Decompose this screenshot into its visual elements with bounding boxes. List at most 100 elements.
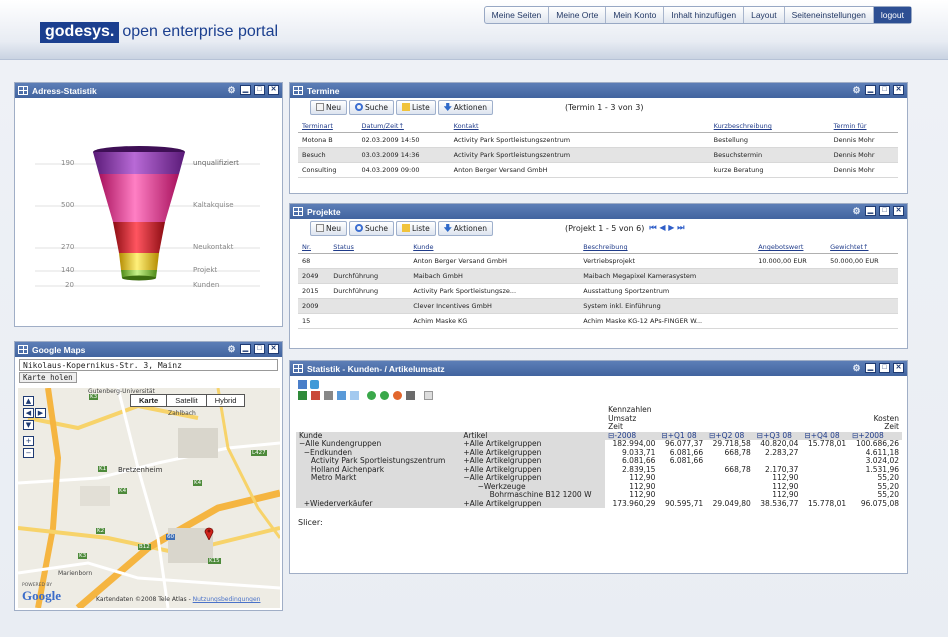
maximize-icon[interactable]: □: [879, 85, 890, 95]
zoom-in-icon[interactable]: +: [23, 436, 34, 446]
col-termin-fuer[interactable]: Termin für: [829, 120, 898, 133]
minimize-icon[interactable]: ▁: [240, 344, 251, 354]
table-row[interactable]: Consulting 04.03.2009 09:00 Anton Berger V…: [298, 162, 898, 178]
kunde-cell[interactable]: +Wiederverkäufer: [296, 499, 461, 508]
cell: Besuch: [298, 147, 358, 163]
add-icon[interactable]: [367, 391, 376, 400]
col-kontakt[interactable]: Kontakt: [449, 120, 710, 133]
col-beschreibung[interactable]: Beschreibung: [579, 241, 755, 254]
filter-icon[interactable]: [324, 391, 333, 400]
road-sign: K4: [193, 480, 203, 486]
maximize-icon[interactable]: □: [879, 363, 890, 373]
table-row[interactable]: Besuch 03.03.2009 14:36 Activity Park Spor…: [298, 147, 898, 163]
col-terminart[interactable]: Terminart: [298, 120, 358, 133]
close-icon[interactable]: ✕: [893, 206, 904, 216]
pager-controls[interactable]: ⏮ ◀ ▶ ⏭: [649, 223, 684, 233]
zoom-icon[interactable]: [350, 391, 359, 400]
edit-icon[interactable]: [337, 391, 346, 400]
close-icon[interactable]: ✕: [268, 85, 279, 95]
col-kurzbeschreibung[interactable]: Kurzbeschreibung: [709, 120, 830, 133]
neu-button[interactable]: Neu: [310, 99, 347, 115]
nav-layout[interactable]: Layout: [744, 7, 785, 23]
map-type-karte[interactable]: Karte: [131, 395, 168, 406]
print-icon[interactable]: [406, 391, 415, 400]
table-row[interactable]: −Alle Kundengruppen +Alle Artikelgruppen…: [296, 439, 902, 449]
col-datum[interactable]: Datum/Zeit↑: [357, 120, 450, 133]
table-row[interactable]: Metro Markt −Alle Artikelgruppen 112,90 …: [296, 473, 902, 483]
cell: Achim Maske KG-12 APs-FINGER W...: [579, 313, 755, 329]
map-type-satellit[interactable]: Satellit: [167, 395, 207, 406]
drill-icon[interactable]: [298, 391, 307, 400]
refresh-icon[interactable]: [310, 380, 319, 389]
neu-button[interactable]: Neu: [310, 220, 347, 236]
nav-mein-konto[interactable]: Mein Konto: [606, 7, 665, 23]
chart-icon[interactable]: [298, 380, 307, 389]
pan-right-icon[interactable]: ▶: [35, 408, 46, 418]
settings-green-icon[interactable]: [380, 391, 389, 400]
col-gewichtet[interactable]: Gewichtet↑: [826, 241, 898, 254]
settings-icon[interactable]: ⚙: [226, 344, 237, 354]
maximize-icon[interactable]: □: [254, 344, 265, 354]
map-marker-icon[interactable]: [204, 526, 214, 541]
place-label: Marienborn: [58, 570, 93, 577]
map-canvas[interactable]: ▲ ◀ ▶ ▼ + − Karte Satellit Hybrid Gutenbe…: [18, 388, 280, 608]
map-type-hybrid[interactable]: Hybrid: [207, 395, 245, 406]
kunde-cell[interactable]: Metro Markt: [296, 473, 461, 483]
aktionen-button[interactable]: Aktionen: [437, 99, 493, 115]
col-angebotswert[interactable]: Angebotswert: [754, 241, 827, 254]
stop-icon[interactable]: [393, 391, 402, 400]
minimize-icon[interactable]: ▁: [240, 85, 251, 95]
nav-meine-orte[interactable]: Meine Orte: [549, 7, 607, 23]
liste-button[interactable]: Liste: [396, 220, 436, 236]
cell: Activity Park Sportleistungszentrum: [449, 147, 710, 163]
logo[interactable]: godesys. open enterprise portal: [40, 22, 278, 43]
settings-icon[interactable]: ⚙: [851, 363, 862, 373]
table-row[interactable]: 68 Anton Berger Versand GmbH Vertriebsproj…: [298, 253, 898, 269]
suche-button[interactable]: Suche: [348, 99, 394, 115]
table-row[interactable]: Holland Aichenpark +Alle Artikelgruppen …: [296, 465, 902, 474]
terms-link[interactable]: Nutzungsbedingungen: [193, 596, 261, 603]
liste-button[interactable]: Liste: [396, 99, 436, 115]
suche-button[interactable]: Suche: [348, 220, 394, 236]
cell: Dennis Mohr: [829, 162, 898, 178]
table-row[interactable]: −Werkzeuge 112,90 112,90 55,20: [296, 482, 902, 491]
col-nr[interactable]: Nr.: [298, 241, 330, 254]
settings-icon[interactable]: ⚙: [226, 85, 237, 95]
col-status[interactable]: Status: [329, 241, 410, 254]
kunde-cell[interactable]: [296, 482, 461, 491]
table-row[interactable]: +Wiederverkäufer +Alle Artikelgruppen 17…: [296, 499, 902, 508]
cell: [329, 253, 410, 269]
close-icon[interactable]: ✕: [268, 344, 279, 354]
logout-button[interactable]: logout: [873, 7, 911, 23]
nav-meine-seiten[interactable]: Meine Seiten: [485, 7, 550, 23]
zoom-out-icon[interactable]: −: [23, 448, 34, 458]
export-icon[interactable]: [424, 391, 433, 400]
maximize-icon[interactable]: □: [879, 206, 890, 216]
table-row[interactable]: 15 Achim Maske KG Achim Maske KG-12 APs-FI…: [298, 313, 898, 329]
nav-inhalt-hinzufuegen[interactable]: Inhalt hinzufügen: [664, 7, 745, 23]
karte-holen-button[interactable]: Karte holen: [19, 372, 77, 383]
minimize-icon[interactable]: ▁: [865, 363, 876, 373]
col-kunde[interactable]: Kunde: [409, 241, 580, 254]
nav-seiteneinstellungen[interactable]: Seiteneinstellungen: [785, 7, 874, 23]
table-icon[interactable]: [311, 391, 320, 400]
pan-left-icon[interactable]: ◀: [23, 408, 34, 418]
minimize-icon[interactable]: ▁: [865, 85, 876, 95]
close-icon[interactable]: ✕: [893, 363, 904, 373]
pan-down-icon[interactable]: ▼: [23, 420, 34, 430]
table-row[interactable]: Activity Park Sportleistungszentrum +All…: [296, 456, 902, 466]
table-row[interactable]: 2009 Clever Incentives GmbH System inkl. E…: [298, 298, 898, 314]
table-row[interactable]: Motona B 02.03.2009 14:50 Activity Park Sp…: [298, 132, 898, 148]
table-row[interactable]: 2049 Durchführung Maibach GmbH Maibach Mega…: [298, 268, 898, 284]
minimize-icon[interactable]: ▁: [865, 206, 876, 216]
settings-icon[interactable]: ⚙: [851, 206, 862, 216]
maximize-icon[interactable]: □: [254, 85, 265, 95]
map-credits: Kartendaten ©2008 Tele Atlas - Nutzungsb…: [96, 596, 260, 603]
address-input[interactable]: Nikolaus-Kopernikus-Str. 3, Mainz: [19, 359, 278, 371]
settings-icon[interactable]: ⚙: [851, 85, 862, 95]
table-row[interactable]: 2015 Durchführung Activity Park Sportleist…: [298, 283, 898, 299]
aktionen-button[interactable]: Aktionen: [437, 220, 493, 236]
close-icon[interactable]: ✕: [893, 85, 904, 95]
pan-up-icon[interactable]: ▲: [23, 396, 34, 406]
artikel-cell[interactable]: +Alle Artikelgruppen: [460, 499, 606, 508]
